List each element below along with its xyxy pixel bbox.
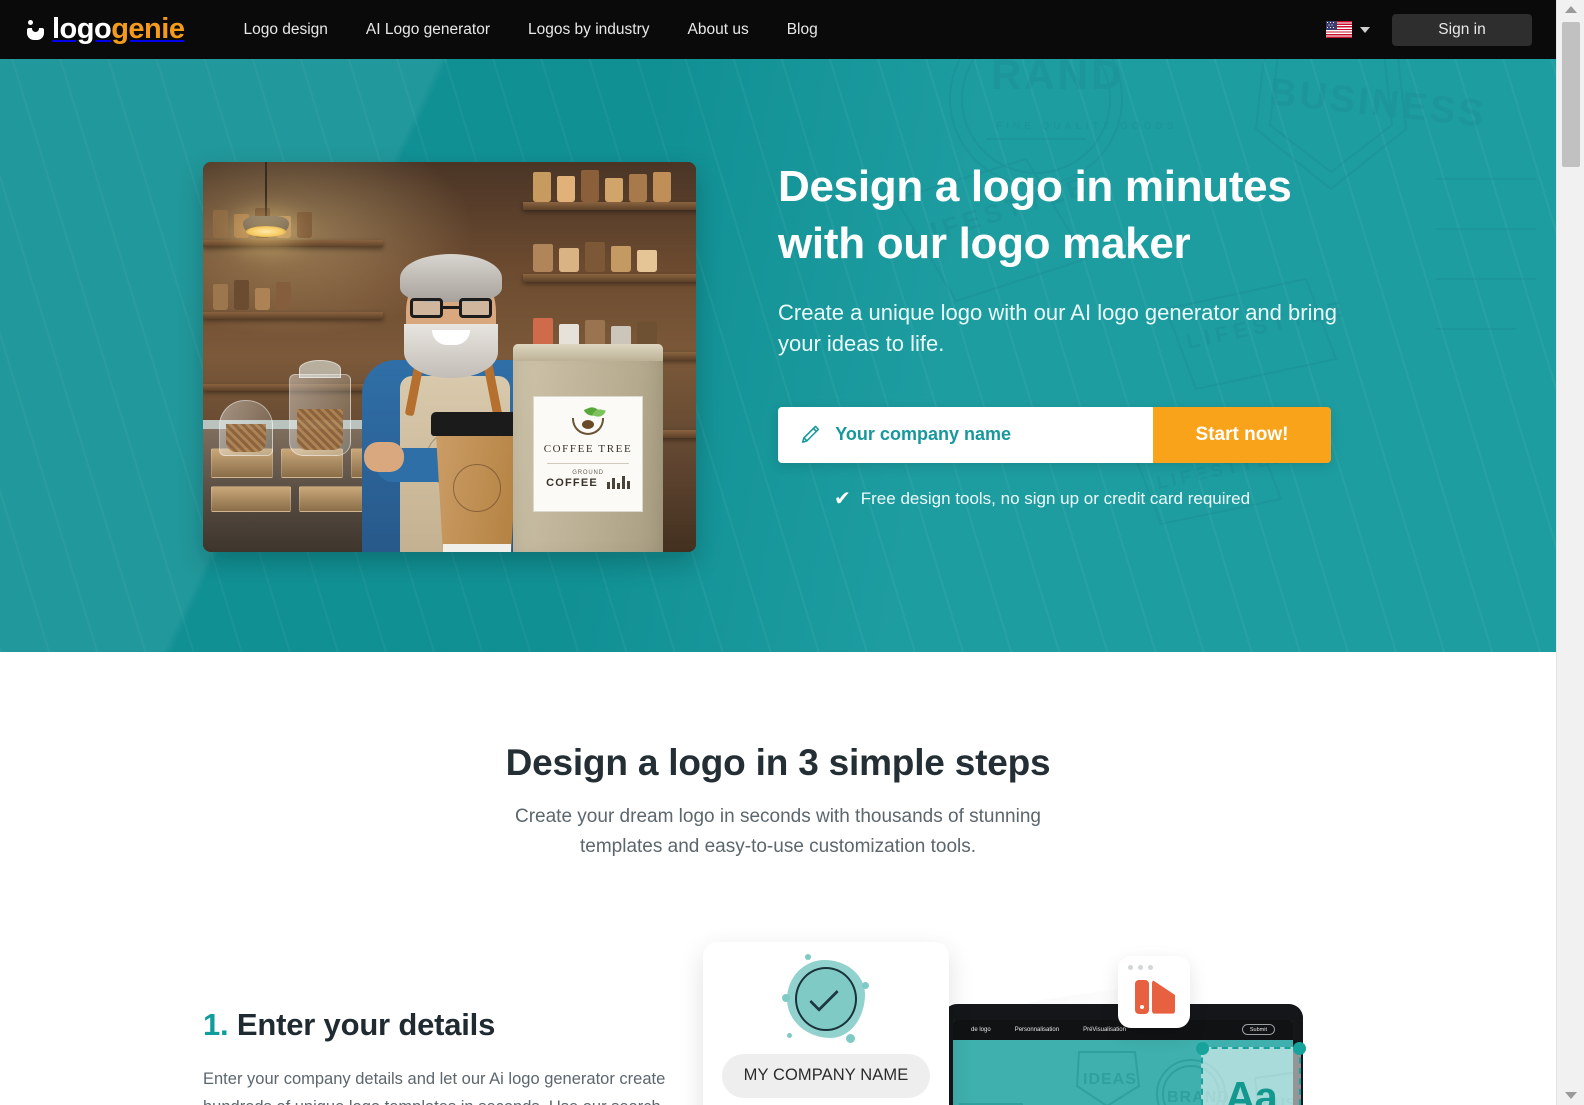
hero-title: Design a logo in minutes with our logo m… — [778, 159, 1353, 273]
hero-title-line-1: Design a logo in minutes — [778, 162, 1292, 211]
success-check-icon — [782, 953, 869, 1043]
company-name-card: MY COMPANY NAME OK — [703, 941, 949, 1105]
nav-item-logos-by-industry[interactable]: Logos by industry — [509, 0, 669, 59]
nav-item-logo-design[interactable]: Logo design — [224, 0, 346, 59]
color-palette-card — [1118, 955, 1190, 1028]
laptop-submit-button: Submit — [1241, 1024, 1275, 1036]
header-actions: Sign in — [1326, 13, 1532, 46]
company-name-form: Start now! — [778, 406, 1331, 463]
nav-item-blog[interactable]: Blog — [768, 0, 837, 59]
window-dots-icon — [1128, 964, 1153, 970]
step-1-heading: 1. Enter your details — [203, 1007, 673, 1043]
check-icon: ✔ — [834, 487, 851, 510]
photo-coffee-cup — [431, 412, 523, 552]
brand-name-light: logo — [52, 13, 112, 45]
scroll-down-arrow-icon[interactable] — [1564, 1092, 1577, 1099]
text-tool-label: Aa — [1225, 1072, 1278, 1105]
nav-item-about-us[interactable]: About us — [669, 0, 768, 59]
svg-text:IDEAS: IDEAS — [1083, 1071, 1137, 1088]
browser-viewport: logogenie Logo design AI Logo generator … — [0, 0, 1584, 1105]
company-name-display-field: MY COMPANY NAME — [722, 1053, 930, 1098]
pencil-icon — [801, 425, 820, 443]
step-1-title: Enter your details — [236, 1006, 496, 1042]
chevron-down-icon — [1360, 26, 1370, 33]
start-now-button[interactable]: Start now! — [1153, 406, 1331, 463]
company-name-input-wrap — [778, 406, 1153, 463]
page-content: logogenie Logo design AI Logo generator … — [0, 0, 1556, 1105]
photo-coffee-pouch: COFFEE TREE GROUND COFFEE — [513, 344, 663, 552]
language-selector[interactable] — [1326, 21, 1370, 38]
resize-handle-top-right[interactable] — [1293, 1041, 1306, 1055]
product-brand-name: COFFEE TREE — [543, 443, 633, 455]
hero-note-text: Free design tools, no sign up or credit … — [860, 488, 1251, 508]
laptop-nav-1: de logo — [971, 1026, 991, 1033]
steps-title: Design a logo in 3 simple steps — [505, 742, 1051, 783]
product-word: COFFEE — [546, 477, 598, 489]
laptop-nav-2: Personnalisation — [1014, 1026, 1060, 1033]
hero-copy: Design a logo in minutes with our logo m… — [778, 159, 1353, 509]
step-1-text: 1. Enter your details Enter your company… — [203, 952, 673, 1105]
hero-container: COFFEE TREE GROUND COFFEE Design a logo … — [203, 59, 1353, 652]
company-name-input[interactable] — [835, 424, 1153, 446]
site-header: logogenie Logo design AI Logo generator … — [0, 0, 1556, 59]
steps-header: Design a logo in 3 simple steps Create y… — [0, 742, 1556, 862]
main-navigation: Logo design AI Logo generator Logos by i… — [224, 0, 836, 59]
coffee-tree-logo-icon — [567, 404, 609, 437]
step-1-illustration: de logo Personnalisation PréVisualisatio… — [703, 941, 1363, 1105]
scrollbar-thumb[interactable] — [1562, 22, 1580, 167]
nav-item-ai-logo-generator[interactable]: AI Logo generator — [347, 0, 509, 59]
palette-icon — [1135, 979, 1175, 1014]
page-scrollbar[interactable] — [1556, 0, 1584, 1105]
steps-subtitle: Create your dream logo in seconds with t… — [515, 806, 1041, 857]
scroll-up-arrow-icon[interactable] — [1564, 6, 1577, 13]
genie-lamp-icon — [26, 19, 45, 41]
hero-note: ✔ Free design tools, no sign up or credi… — [778, 489, 1353, 509]
hero-title-line-2: with our logo maker — [778, 218, 1191, 268]
laptop-nav-3: PréVisualisation — [1083, 1026, 1126, 1033]
steps-section: Design a logo in 3 simple steps Create y… — [0, 652, 1556, 1105]
product-bars-icon — [606, 476, 630, 489]
step-1-row: 1. Enter your details Enter your company… — [203, 941, 1353, 1105]
sign-in-button[interactable]: Sign in — [1392, 13, 1532, 46]
us-flag-icon — [1326, 21, 1352, 38]
text-tool-selection: Aa — [1196, 1041, 1306, 1105]
hero-subtitle: Create a unique logo with our AI logo ge… — [778, 299, 1337, 356]
brand-wordmark: logogenie — [52, 13, 185, 45]
hero-photo: COFFEE TREE GROUND COFFEE — [203, 162, 696, 552]
brand-name-accent: genie — [111, 13, 185, 45]
step-1-body: Enter your company details and let our A… — [203, 1069, 666, 1105]
logo-link[interactable]: logogenie — [26, 13, 185, 45]
resize-handle-top-left[interactable] — [1196, 1041, 1209, 1055]
hero-section: RAND BUSINESS LIFESTYLE LIFESTYLE LIFEST… — [0, 59, 1556, 652]
step-1-number: 1. — [203, 1006, 229, 1042]
